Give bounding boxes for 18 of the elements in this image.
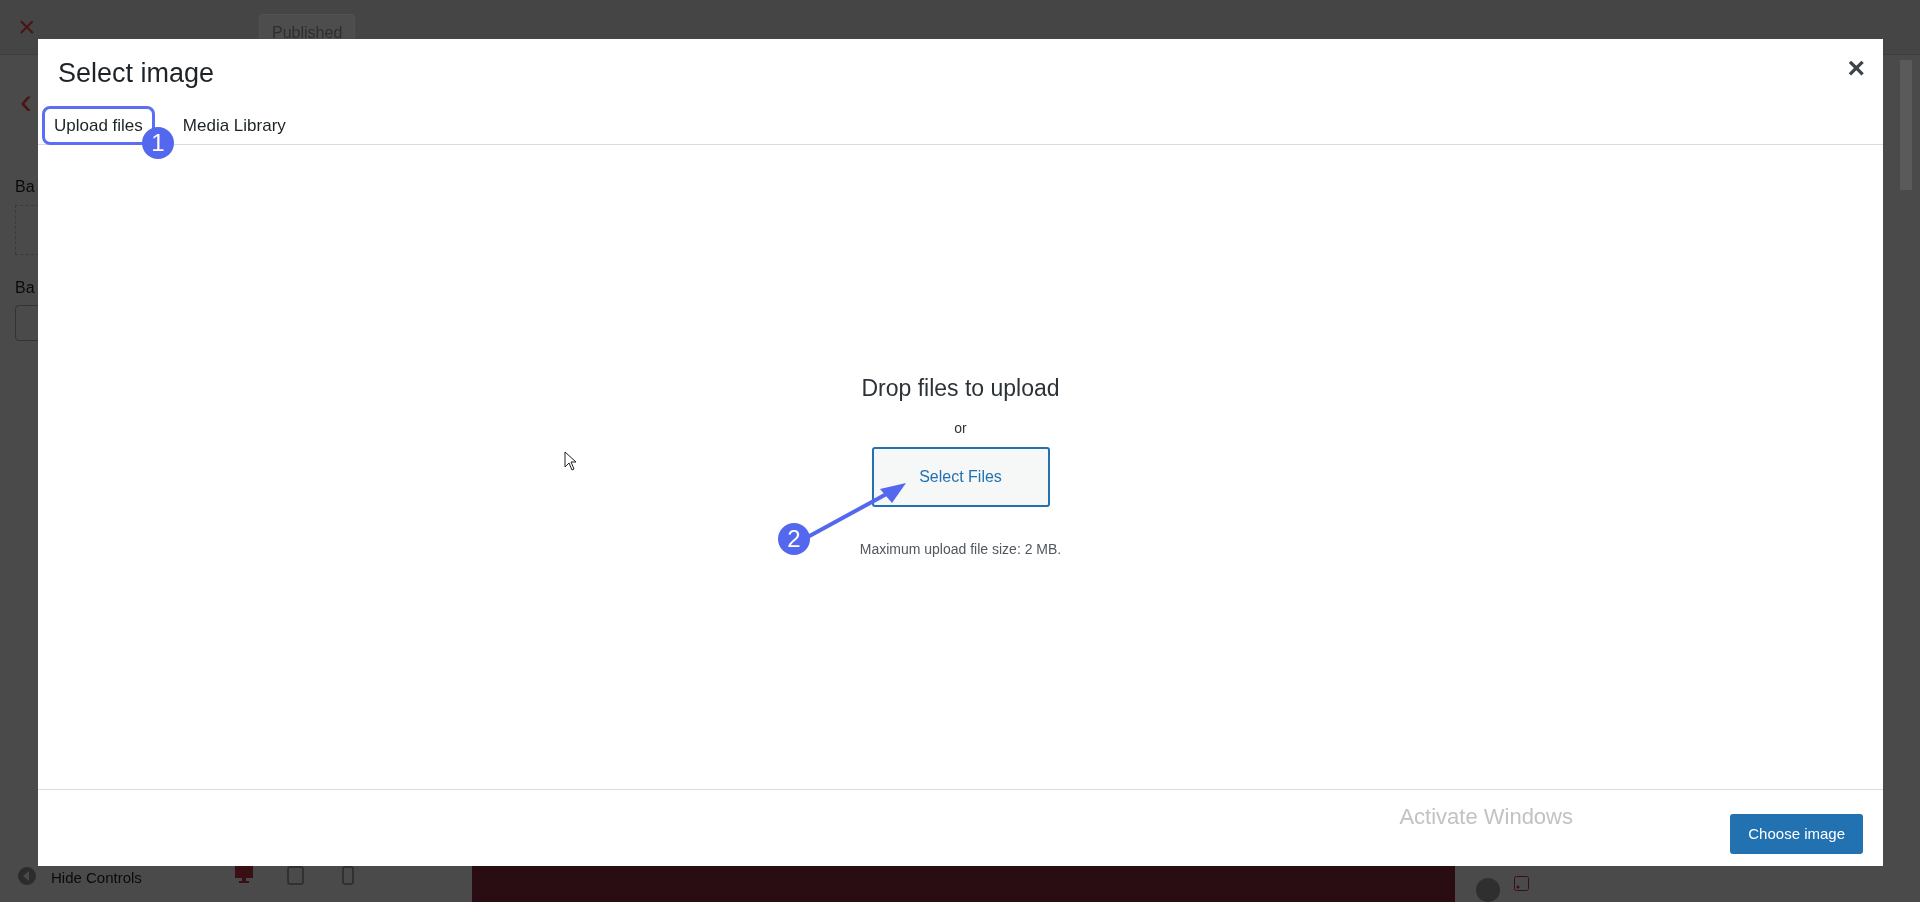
select-files-button[interactable]: Select Files	[871, 446, 1050, 507]
or-text: or	[954, 418, 967, 438]
field-label: Ba	[15, 177, 35, 197]
mobile-icon[interactable]	[342, 866, 354, 885]
modal-title: Select image	[58, 56, 215, 90]
choose-image-button[interactable]: Choose image	[1730, 814, 1863, 854]
cursor-icon	[564, 451, 577, 471]
tablet-icon[interactable]	[287, 866, 304, 885]
upload-size-note: Maximum upload file size: 2 MB.	[859, 539, 1062, 559]
close-button[interactable]: ×	[1847, 53, 1865, 83]
step-badge: 2	[778, 523, 810, 555]
step-badge: 1	[142, 127, 174, 159]
drop-heading: Drop files to upload	[861, 374, 1060, 403]
activation-notice: Activate Windows	[1399, 803, 1573, 831]
rss-icon[interactable]	[1514, 876, 1529, 891]
field-label: Ba	[15, 278, 35, 298]
desktop-icon[interactable]	[234, 866, 254, 884]
collapse-icon[interactable]	[17, 866, 37, 886]
